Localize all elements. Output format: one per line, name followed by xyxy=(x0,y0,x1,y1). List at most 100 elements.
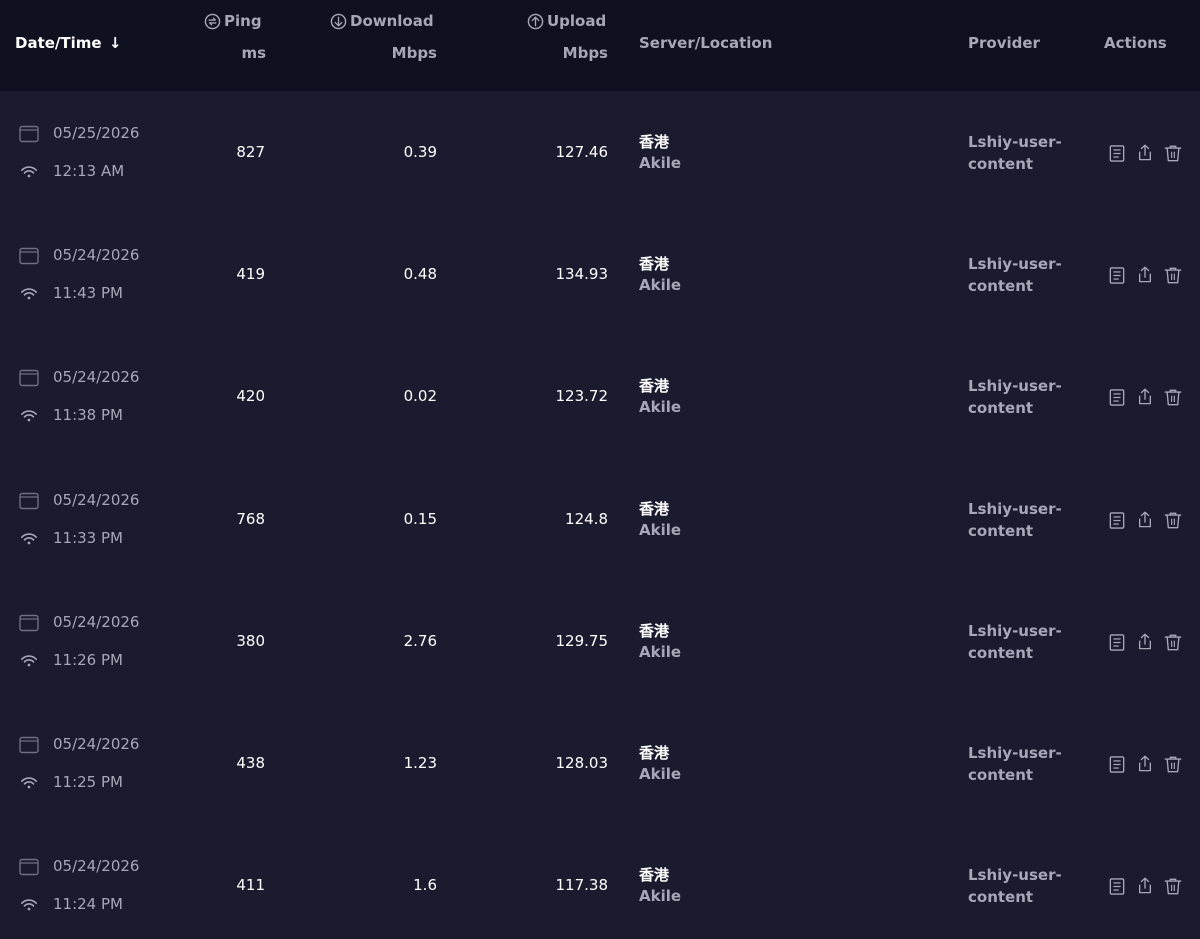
server-location: Akile xyxy=(639,276,682,295)
trash-icon[interactable] xyxy=(1164,388,1182,408)
report-icon[interactable] xyxy=(1109,755,1127,775)
sort-datetime-button[interactable]: Date/Time ↓ xyxy=(15,34,121,52)
table-row[interactable]: 05/24/2026 11:24 PM 411 1.6 117.38 香港 Akile Lsh… xyxy=(0,824,1200,939)
wifi-icon xyxy=(20,775,38,794)
provider-name: Lshiy-user-content xyxy=(968,742,1062,786)
ping-unit-label: ms xyxy=(241,44,266,62)
share-icon[interactable] xyxy=(1137,754,1155,774)
share-icon[interactable] xyxy=(1137,387,1155,407)
provider-line-1: Lshiy-user- xyxy=(968,377,1062,396)
upload-value: 124.8 xyxy=(565,509,608,528)
provider-line-1: Lshiy-user- xyxy=(968,621,1062,640)
download-header-label: Download xyxy=(350,12,434,30)
wifi-icon xyxy=(20,531,38,550)
download-header[interactable]: Download Mbps xyxy=(328,0,437,91)
upload-value: 117.38 xyxy=(555,876,609,895)
trash-icon[interactable] xyxy=(1164,144,1182,164)
wifi-icon xyxy=(20,164,38,183)
server-name: 香港 xyxy=(639,255,670,274)
share-icon[interactable] xyxy=(1137,143,1155,163)
provider-line-1: Lshiy-user- xyxy=(968,744,1062,762)
table-row[interactable]: 05/24/2026 11:38 PM 420 0.02 123.72 香港 Akile Ls… xyxy=(0,335,1200,457)
share-icon[interactable] xyxy=(1137,876,1155,896)
test-time: 12:13 AM xyxy=(53,162,125,180)
test-time: 11:43 PM xyxy=(53,284,123,303)
ping-header[interactable]: Ping ms xyxy=(200,0,266,91)
calendar-icon xyxy=(19,736,39,758)
test-time: 11:26 PM xyxy=(53,650,123,669)
trash-icon[interactable] xyxy=(1164,266,1182,286)
share-icon[interactable] xyxy=(1137,632,1155,652)
upload-value: 127.46 xyxy=(555,143,609,161)
server-location: Akile xyxy=(639,642,682,661)
download-value: 0.15 xyxy=(403,509,437,528)
upload-value: 128.03 xyxy=(555,754,609,772)
report-icon[interactable] xyxy=(1109,633,1127,653)
trash-icon[interactable] xyxy=(1164,633,1182,653)
ping-value: 419 xyxy=(236,265,265,284)
upload-unit-label: Mbps xyxy=(562,44,608,62)
table-row[interactable]: 05/25/2026 12:13 AM 827 0.39 127.46 香港 Akile Ls… xyxy=(0,91,1200,213)
ping-value: 438 xyxy=(236,754,265,772)
provider-line-2: content xyxy=(968,888,1034,907)
report-icon[interactable] xyxy=(1109,388,1127,408)
provider-line-1: Lshiy-user- xyxy=(968,499,1062,518)
report-icon[interactable] xyxy=(1109,511,1127,531)
sort-arrow-icon: ↓ xyxy=(108,34,122,52)
download-value: 2.76 xyxy=(403,631,437,650)
provider-line-2: content xyxy=(968,766,1034,784)
table-row[interactable]: 05/24/2026 11:43 PM 419 0.48 134.93 香港 Akile Ls… xyxy=(0,213,1200,335)
download-value: 0.48 xyxy=(403,265,437,284)
table-row[interactable]: 05/24/2026 11:33 PM 768 0.15 124.8 香港 Akile Lsh… xyxy=(0,458,1200,580)
test-time: 11:38 PM xyxy=(53,406,123,425)
test-date: 05/24/2026 xyxy=(53,857,140,876)
provider-line-2: content xyxy=(968,521,1034,540)
server-location: Akile xyxy=(639,887,682,906)
server-location: Akile xyxy=(639,398,682,417)
provider-line-2: content xyxy=(968,643,1034,662)
test-date: 05/24/2026 xyxy=(53,735,140,753)
share-icon[interactable] xyxy=(1137,510,1155,530)
calendar-icon xyxy=(19,369,39,391)
report-icon[interactable] xyxy=(1109,144,1127,164)
download-unit-label: Mbps xyxy=(391,44,437,62)
ping-value: 380 xyxy=(236,631,265,650)
provider-line-1: Lshiy-user- xyxy=(968,255,1062,274)
trash-icon[interactable] xyxy=(1164,755,1182,775)
provider-line-2: content xyxy=(968,155,1034,173)
ping-header-label: Ping xyxy=(224,12,262,30)
provider-name: Lshiy-user-content xyxy=(968,131,1062,175)
actions-header: Actions xyxy=(1104,34,1167,52)
provider-line-2: content xyxy=(968,277,1034,296)
upload-header[interactable]: Upload Mbps xyxy=(525,0,608,91)
calendar-icon xyxy=(19,125,39,147)
calendar-icon xyxy=(19,247,39,269)
share-icon[interactable] xyxy=(1137,265,1155,285)
table-row[interactable]: 05/24/2026 11:26 PM 380 2.76 129.75 香港 Akile Ls… xyxy=(0,580,1200,702)
download-value: 1.23 xyxy=(403,754,437,772)
test-date: 05/24/2026 xyxy=(53,490,140,509)
ping-value: 411 xyxy=(236,876,265,895)
calendar-icon xyxy=(19,614,39,636)
report-icon[interactable] xyxy=(1109,877,1127,897)
server-name: 香港 xyxy=(639,133,670,151)
table-header: Date/Time ↓ Ping ms Download Mbps Upload… xyxy=(0,0,1200,91)
test-time: 11:25 PM xyxy=(53,773,123,791)
provider-line-2: content xyxy=(968,399,1034,418)
server-location: Akile xyxy=(639,765,682,783)
server-location: Akile xyxy=(639,520,682,539)
server-header: Server/Location xyxy=(639,34,773,52)
trash-icon[interactable] xyxy=(1164,877,1182,897)
test-time: 11:24 PM xyxy=(53,895,123,914)
download-icon xyxy=(330,13,347,29)
provider-name: Lshiy-user-content xyxy=(968,864,1062,908)
download-value: 0.02 xyxy=(403,387,437,406)
server-name: 香港 xyxy=(639,499,670,518)
report-icon[interactable] xyxy=(1109,266,1127,286)
provider-name: Lshiy-user-content xyxy=(968,620,1062,664)
download-value: 0.39 xyxy=(403,143,437,161)
table-row[interactable]: 05/24/2026 11:25 PM 438 1.23 128.03 香港 Akile Ls… xyxy=(0,702,1200,824)
download-value: 1.6 xyxy=(413,876,437,895)
calendar-icon xyxy=(19,858,39,880)
trash-icon[interactable] xyxy=(1164,511,1182,531)
